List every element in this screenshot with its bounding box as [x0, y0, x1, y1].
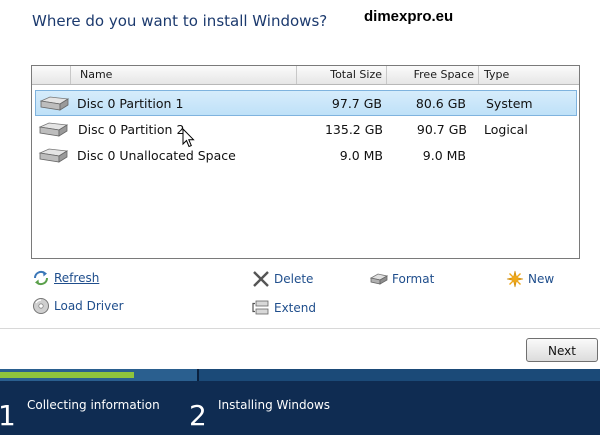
- delete-link[interactable]: Delete: [252, 269, 313, 289]
- col-header-type[interactable]: Type: [478, 66, 579, 84]
- format-label: Format: [392, 272, 435, 286]
- progress-fill: [0, 372, 134, 378]
- col-header-total-size[interactable]: Total Size: [296, 66, 386, 84]
- partition-row[interactable]: Disc 0 Partition 1 97.7 GB 80.6 GB Syste…: [35, 90, 577, 116]
- extend-link[interactable]: Extend: [252, 298, 316, 318]
- progress-track: [0, 369, 600, 381]
- delete-label: Delete: [274, 272, 314, 286]
- step-2-number: 2: [189, 399, 207, 432]
- partition-name: Disc 0 Unallocated Space: [77, 148, 236, 163]
- progress-segment-1: [0, 369, 197, 381]
- partition-total-size: 135.2 GB: [324, 122, 383, 137]
- step-1-label: Collecting information: [27, 398, 160, 412]
- divider: [0, 328, 600, 329]
- page-title: Where do you want to install Windows?: [32, 12, 328, 30]
- disk-icon: [38, 122, 69, 137]
- disk-icon: [39, 96, 70, 111]
- load-driver-icon: [33, 298, 49, 314]
- partition-free-space: 90.7 GB: [416, 122, 467, 137]
- partition-name: Disc 0 Partition 2: [78, 122, 185, 137]
- new-label: New: [528, 272, 555, 286]
- partition-row[interactable]: Disc 0 Partition 2 135.2 GB 90.7 GB Logi…: [35, 117, 577, 143]
- partition-list[interactable]: Name Total Size Free Space Type Disc 0 P…: [31, 65, 580, 259]
- new-icon: [506, 270, 524, 288]
- header-spacer: [32, 66, 70, 84]
- step-1-number: 1: [0, 399, 16, 432]
- partition-type: System: [486, 96, 533, 111]
- progress-divider: [197, 369, 199, 381]
- partition-type: Logical: [484, 122, 528, 137]
- partition-total-size: 97.7 GB: [331, 96, 382, 111]
- extend-label: Extend: [274, 301, 316, 315]
- refresh-label: Refresh: [54, 271, 100, 285]
- refresh-link[interactable]: Refresh: [32, 268, 99, 288]
- new-link[interactable]: New: [506, 269, 554, 289]
- step-2-label: Installing Windows: [218, 398, 331, 412]
- list-header: Name Total Size Free Space Type: [32, 66, 579, 85]
- refresh-icon: [33, 270, 49, 286]
- setup-progress-footer: 1 Collecting information 2 Installing Wi…: [0, 369, 600, 435]
- partition-free-space: 9.0 MB: [422, 148, 466, 163]
- watermark: dimexpro.eu: [364, 8, 454, 25]
- partition-row[interactable]: Disc 0 Unallocated Space 9.0 MB 9.0 MB: [35, 143, 577, 169]
- format-link[interactable]: Format: [370, 269, 434, 289]
- load-driver-link[interactable]: Load Driver: [32, 296, 124, 316]
- col-header-name[interactable]: Name: [70, 66, 296, 84]
- disk-icon: [38, 148, 69, 163]
- format-icon: [370, 273, 388, 285]
- partition-total-size: 9.0 MB: [339, 148, 383, 163]
- delete-icon: [253, 271, 269, 287]
- mouse-cursor-icon: [182, 128, 195, 148]
- extend-icon: [252, 300, 269, 315]
- next-button[interactable]: Next: [526, 338, 598, 362]
- setup-panel: Where do you want to install Windows? di…: [0, 0, 600, 328]
- col-header-free-space[interactable]: Free Space: [386, 66, 478, 84]
- partition-name: Disc 0 Partition 1: [77, 96, 184, 111]
- partition-free-space: 80.6 GB: [415, 96, 466, 111]
- load-driver-label: Load Driver: [54, 299, 124, 313]
